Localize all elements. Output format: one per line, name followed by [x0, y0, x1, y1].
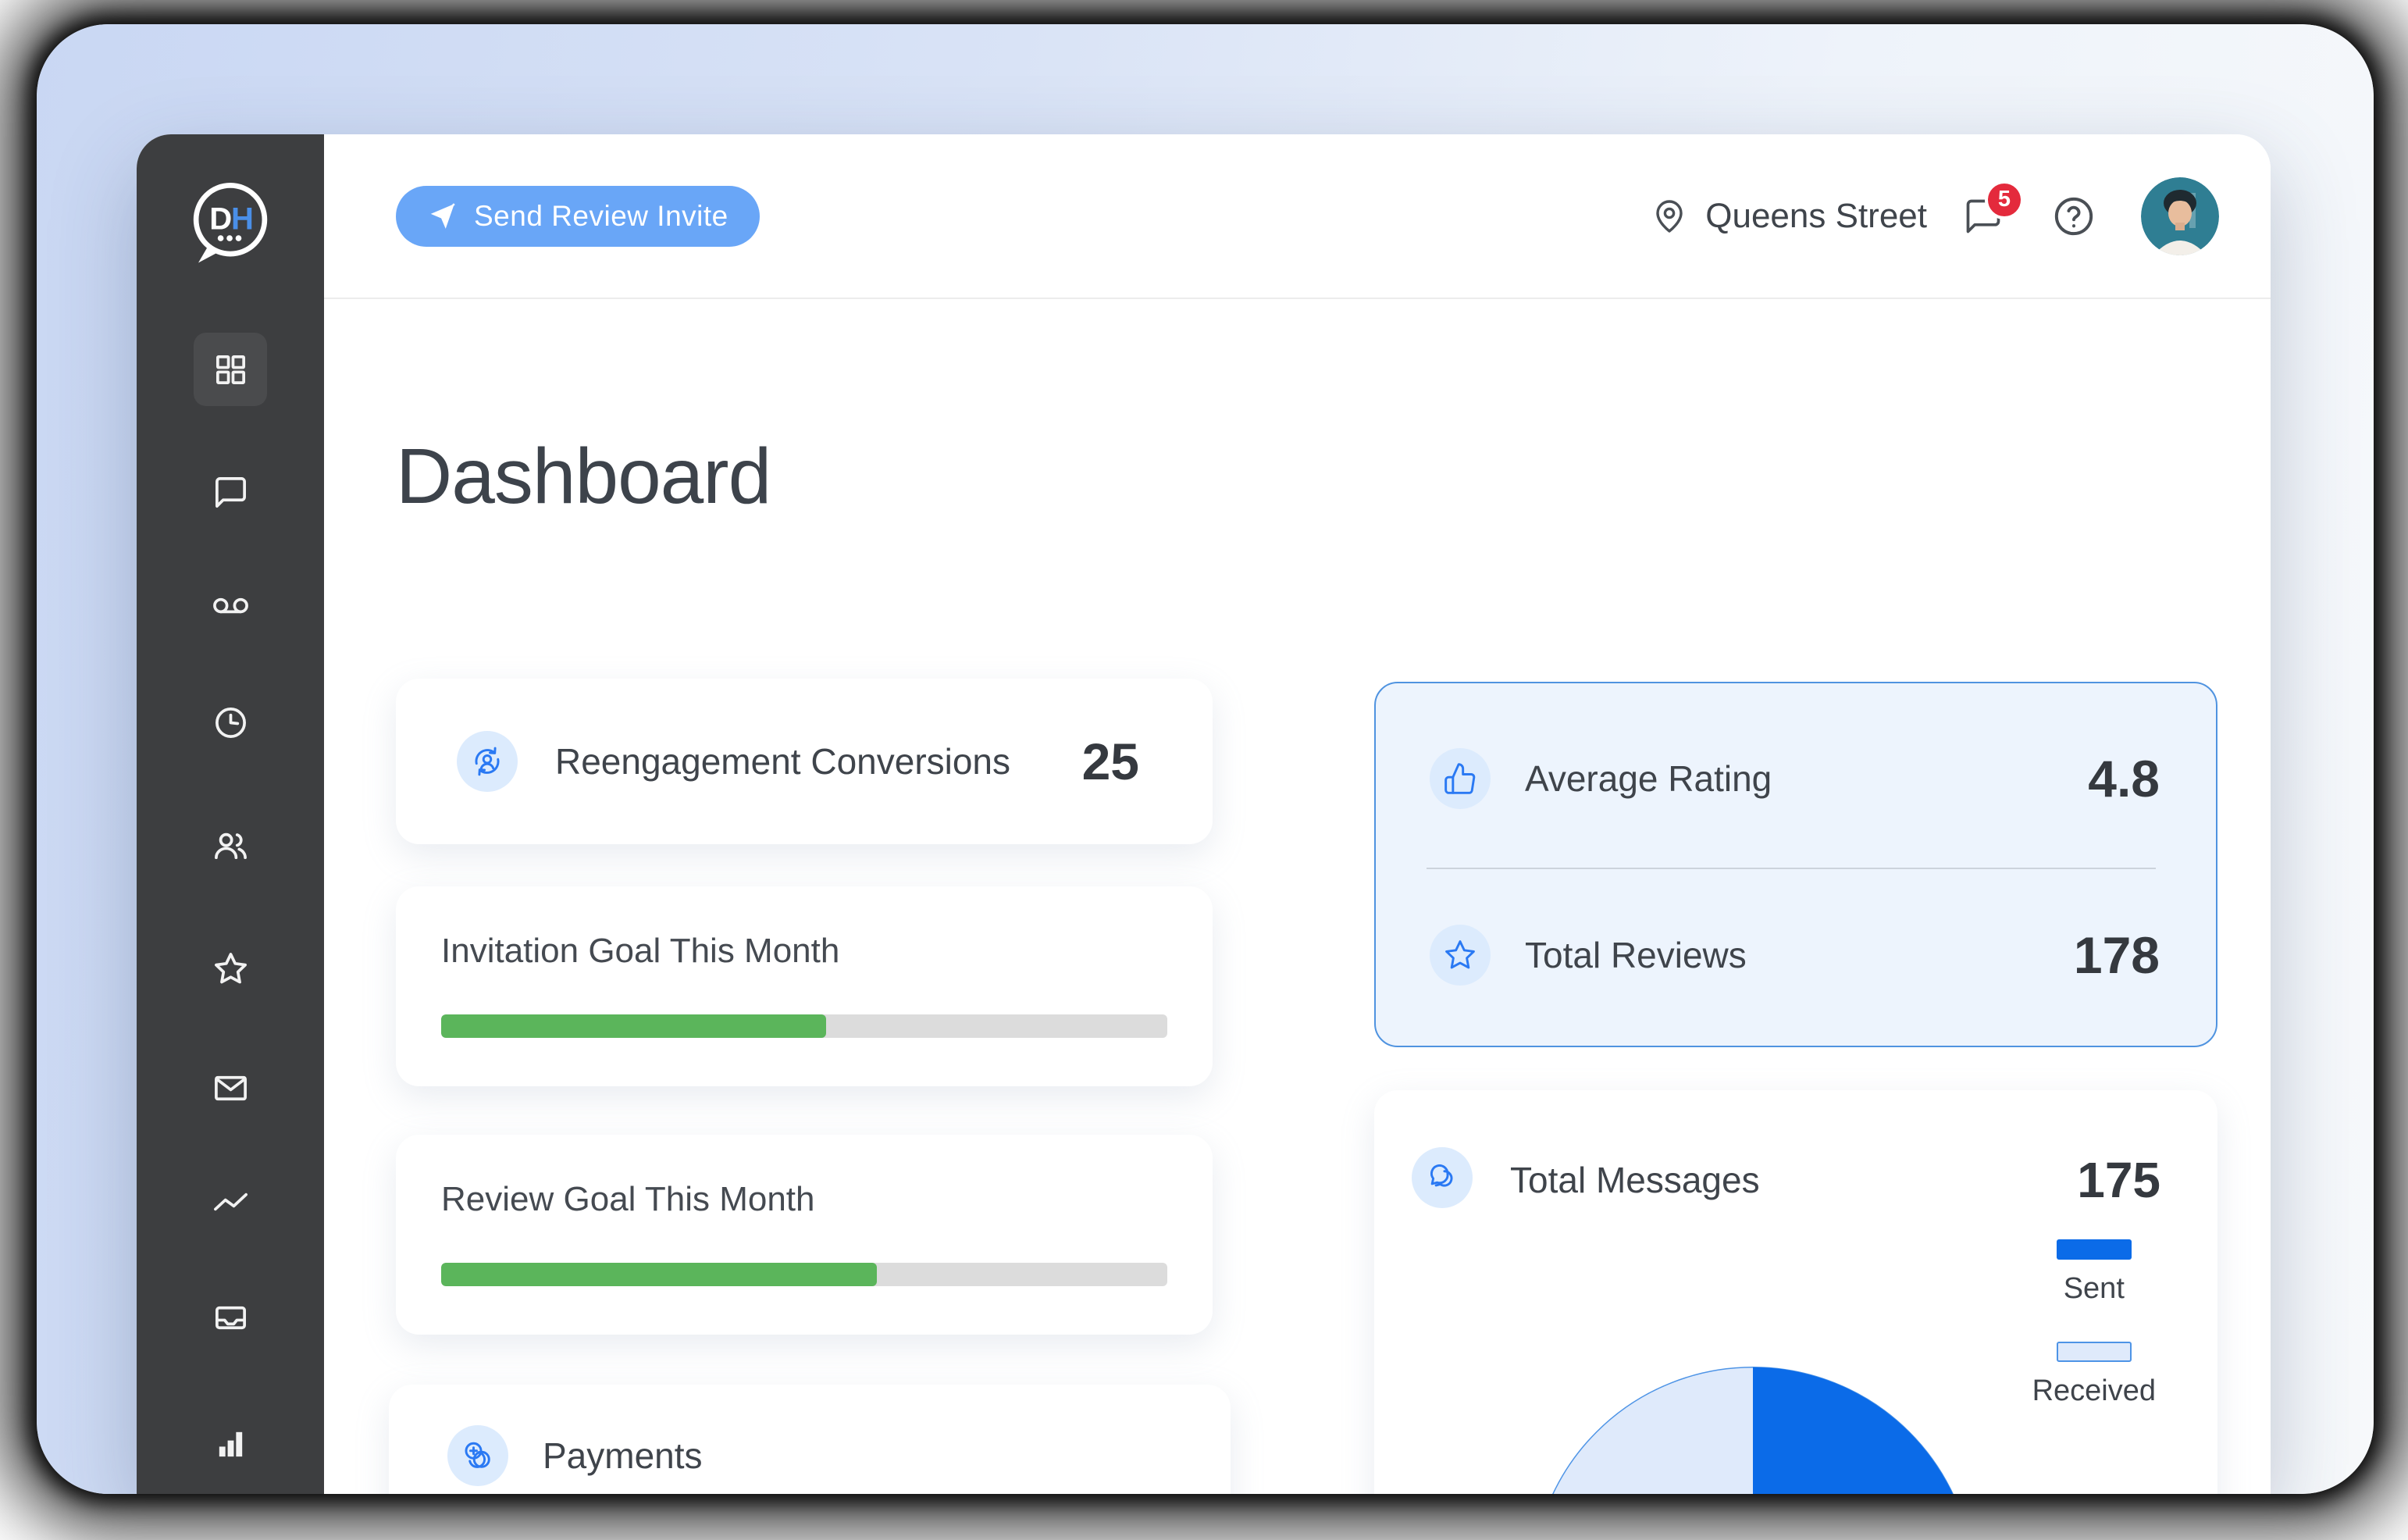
total-reviews-label: Total Reviews	[1525, 935, 1747, 975]
sidebar-item-inbox[interactable]	[194, 1281, 267, 1354]
sidebar-item-contacts[interactable]	[194, 809, 267, 882]
review-goal-progress-track	[441, 1263, 1167, 1286]
payments-card: Payments	[389, 1385, 1231, 1494]
speech-bubble-logo-icon: D H	[193, 183, 268, 263]
help-button[interactable]	[2052, 194, 2096, 238]
messages-notification-button[interactable]: 5	[1963, 180, 2024, 237]
trend-line-icon	[213, 1192, 248, 1210]
screenshot-root: D H Send Review Invite Queens Street 5 D…	[0, 0, 2408, 1540]
topbar-right-cluster: Queens Street 5	[1651, 176, 2219, 255]
reengagement-icon	[457, 731, 518, 792]
sidebar-item-email[interactable]	[194, 1051, 267, 1125]
legend-received-label: Received	[2032, 1374, 2156, 1407]
location-pin-icon	[1656, 199, 1683, 233]
paper-plane-icon	[430, 202, 455, 229]
messages-pie-chart	[1552, 1367, 1954, 1494]
divider	[1427, 868, 2156, 869]
pie-legend: Sent Received	[2032, 1239, 2156, 1408]
dashboard-content: Dashboard Reengagement Conversions 25 In…	[324, 299, 2271, 1494]
page-title: Dashboard	[396, 433, 771, 520]
clock-icon	[215, 707, 246, 738]
app-logo: D H	[137, 175, 324, 272]
location-selector[interactable]: Queens Street	[1705, 197, 1927, 236]
reengagement-conversions-card: Reengagement Conversions 25	[396, 679, 1213, 844]
svg-text:H: H	[231, 202, 254, 237]
payments-label: Payments	[543, 1435, 703, 1476]
user-avatar[interactable]	[2141, 176, 2219, 255]
send-review-invite-button[interactable]: Send Review Invite	[396, 185, 760, 247]
svg-text:D: D	[209, 202, 232, 237]
chat-bubble-icon	[215, 476, 246, 508]
sidebar: D H	[137, 134, 324, 1494]
users-icon	[214, 832, 247, 859]
invitation-goal-progress-fill	[441, 1014, 826, 1038]
sidebar-item-analytics[interactable]	[194, 1165, 267, 1239]
reengagement-label: Reengagement Conversions	[555, 741, 1011, 782]
sidebar-item-conversations[interactable]	[194, 455, 267, 529]
app-window: D H Send Review Invite Queens Street 5 D…	[137, 134, 2271, 1494]
send-review-invite-label: Send Review Invite	[474, 199, 728, 232]
legend-sent-label: Sent	[2063, 1272, 2125, 1305]
sidebar-item-history[interactable]	[194, 686, 267, 759]
legend-received-swatch	[2056, 1342, 2132, 1362]
total-messages-value: 175	[2077, 1152, 2160, 1208]
review-goal-card: Review Goal This Month	[396, 1135, 1213, 1335]
total-messages-label: Total Messages	[1510, 1160, 1760, 1200]
review-goal-label: Review Goal This Month	[441, 1180, 815, 1218]
topbar: Send Review Invite Queens Street 5	[324, 134, 2271, 299]
star-icon	[1430, 925, 1491, 986]
average-rating-row: Average Rating 4.8	[1430, 748, 2160, 809]
sidebar-item-dashboard[interactable]	[194, 333, 267, 406]
invitation-goal-card: Invitation Goal This Month	[396, 886, 1213, 1086]
notification-count-badge: 5	[1985, 180, 2024, 219]
inbox-icon	[215, 1306, 246, 1329]
bar-chart-icon	[219, 1431, 242, 1456]
invitation-goal-progress-track	[441, 1014, 1167, 1038]
device-frame: D H Send Review Invite Queens Street 5 D…	[37, 24, 2374, 1494]
avatar-image	[2141, 176, 2219, 255]
rating-summary-card: Average Rating 4.8 Total Reviews 178	[1374, 682, 2217, 1047]
reengagement-value: 25	[1081, 733, 1139, 790]
invitation-goal-label: Invitation Goal This Month	[441, 932, 840, 970]
star-icon	[214, 952, 247, 983]
coins-icon	[447, 1425, 508, 1486]
thumbs-up-icon	[1430, 748, 1491, 809]
double-chat-bubble-icon	[1412, 1147, 1473, 1208]
grid-icon	[216, 355, 245, 384]
total-messages-card: Total Messages 175 Sent Received	[1374, 1090, 2217, 1494]
sidebar-item-voicemail[interactable]	[194, 569, 267, 643]
average-rating-value: 4.8	[2088, 750, 2160, 807]
voicemail-icon	[212, 597, 248, 613]
legend-sent-swatch	[2056, 1239, 2132, 1260]
mail-icon	[214, 1075, 247, 1100]
help-circle-icon	[2054, 197, 2093, 235]
total-reviews-row: Total Reviews 178	[1430, 925, 2160, 986]
sidebar-item-reports[interactable]	[194, 1406, 267, 1480]
main-area: Send Review Invite Queens Street 5 Dashb…	[324, 134, 2271, 1494]
average-rating-label: Average Rating	[1525, 758, 1772, 799]
total-reviews-value: 178	[2073, 926, 2160, 984]
review-goal-progress-fill	[441, 1263, 877, 1286]
sidebar-item-reviews[interactable]	[194, 932, 267, 1005]
